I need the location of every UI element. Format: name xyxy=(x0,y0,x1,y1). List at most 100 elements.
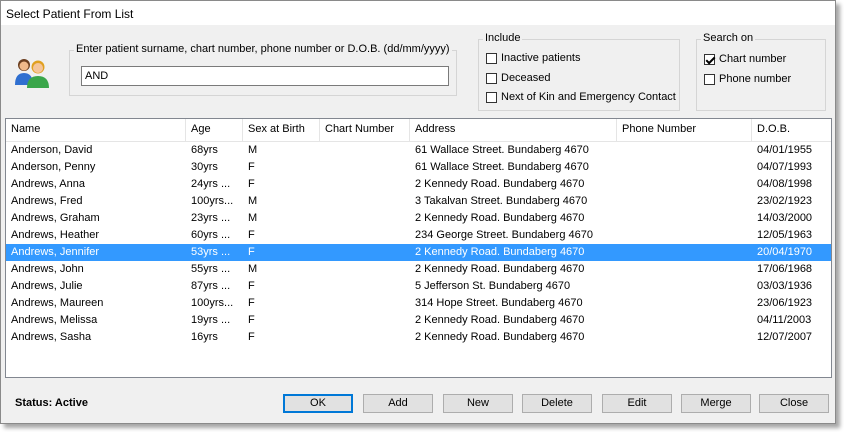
search-on-label: Search on xyxy=(701,32,756,44)
merge-button[interactable]: Merge xyxy=(681,394,751,413)
table-row[interactable]: Andrews, Melissa 19yrs ... F 2 Kennedy Road… xyxy=(6,312,831,329)
cell-dob: 03/03/1936 xyxy=(757,280,813,292)
table-row[interactable]: Andrews, Fred 100yrs... M 3 Takalvan Street… xyxy=(6,193,831,210)
cell-age: 100yrs... xyxy=(191,297,234,309)
cell-dob: 17/06/1968 xyxy=(757,263,813,275)
cell-sex: F xyxy=(248,297,255,309)
table-row[interactable]: Andrews, Sasha 16yrs F 2 Kennedy Road. Bund… xyxy=(6,329,831,346)
cell-age: 16yrs xyxy=(191,331,218,343)
patient-list[interactable]: Name Age Sex at Birth Chart Number Addre… xyxy=(5,118,832,378)
table-row[interactable]: Andrews, Julie 87yrs ... F 5 Jefferson St. … xyxy=(6,278,831,295)
cell-chart xyxy=(320,142,410,159)
cell-dob: 04/01/1955 xyxy=(757,144,813,156)
cell-sex: F xyxy=(248,280,255,292)
cell-address: 2 Kennedy Road. Bundaberg 4670 xyxy=(415,263,585,275)
cell-age: 68yrs xyxy=(191,144,218,156)
cell-dob: 12/05/1963 xyxy=(757,229,813,241)
cell-phone xyxy=(617,295,752,312)
cell-name: Andrews, Melissa xyxy=(11,314,98,326)
phone-number-checkbox[interactable]: Phone number xyxy=(704,73,791,85)
cell-chart xyxy=(320,329,410,346)
column-header-sex[interactable]: Sex at Birth xyxy=(243,119,320,141)
delete-button[interactable]: Delete xyxy=(522,394,592,413)
search-label: Enter patient surname, chart number, pho… xyxy=(74,43,452,55)
cell-phone xyxy=(617,159,752,176)
edit-button[interactable]: Edit xyxy=(602,394,672,413)
cell-age: 60yrs ... xyxy=(191,229,231,241)
cell-address: 2 Kennedy Road. Bundaberg 4670 xyxy=(415,246,585,258)
add-button[interactable]: Add xyxy=(363,394,433,413)
chart-number-checkbox-box[interactable] xyxy=(704,53,715,65)
inactive-patients-checkbox[interactable]: Inactive patients xyxy=(486,52,581,64)
window-title: Select Patient From List xyxy=(6,7,134,21)
cell-name: Andrews, John xyxy=(11,263,84,275)
table-row[interactable]: Andrews, Graham 23yrs ... M 2 Kennedy Road.… xyxy=(6,210,831,227)
table-row[interactable]: Andrews, Heather 60yrs ... F 234 George Str… xyxy=(6,227,831,244)
deceased-checkbox[interactable]: Deceased xyxy=(486,72,551,84)
chart-number-checkbox[interactable]: Chart number xyxy=(704,53,786,65)
ok-button[interactable]: OK xyxy=(283,394,353,413)
cell-phone xyxy=(617,210,752,227)
column-header-phone[interactable]: Phone Number xyxy=(617,119,752,141)
cell-name: Andrews, Maureen xyxy=(11,297,104,309)
cell-name: Andrews, Jennifer xyxy=(11,246,100,258)
close-button[interactable]: Close xyxy=(759,394,829,413)
cell-sex: F xyxy=(248,314,255,326)
cell-chart xyxy=(320,210,410,227)
search-input[interactable] xyxy=(81,66,449,86)
cell-sex: F xyxy=(248,229,255,241)
cell-sex: M xyxy=(248,212,258,224)
table-row[interactable]: Andrews, Maureen 100yrs... F 314 Hope Stree… xyxy=(6,295,831,312)
cell-age: 30yrs xyxy=(191,161,218,173)
cell-name: Andrews, Julie xyxy=(11,280,83,292)
chart-number-label: Chart number xyxy=(719,53,787,65)
cell-address: 61 Wallace Street. Bundaberg 4670 xyxy=(415,144,589,156)
cell-sex: F xyxy=(248,246,255,258)
column-header-name[interactable]: Name xyxy=(6,119,186,141)
inactive-patients-checkbox-box[interactable] xyxy=(486,52,497,64)
cell-phone xyxy=(617,193,752,210)
table-row[interactable]: Anderson, David 68yrs M 61 Wallace Street. … xyxy=(6,142,831,159)
cell-sex: M xyxy=(248,195,258,207)
table-row[interactable]: Andrews, Jennifer 53yrs ... F 2 Kennedy Roa… xyxy=(6,244,831,261)
phone-number-checkbox-box[interactable] xyxy=(704,73,715,85)
deceased-checkbox-box[interactable] xyxy=(486,72,497,84)
table-row[interactable]: Andrews, Anna 24yrs ... F 2 Kennedy Road. B… xyxy=(6,176,831,193)
column-header-address[interactable]: Address xyxy=(410,119,617,141)
cell-phone xyxy=(617,261,752,278)
next-of-kin-checkbox[interactable]: Next of Kin and Emergency Contact xyxy=(486,91,676,103)
cell-phone xyxy=(617,176,752,193)
column-header-age[interactable]: Age xyxy=(186,119,243,141)
cell-chart xyxy=(320,295,410,312)
cell-name: Andrews, Anna xyxy=(11,178,85,190)
cell-address: 2 Kennedy Road. Bundaberg 4670 xyxy=(415,178,585,190)
cell-age: 100yrs... xyxy=(191,195,234,207)
cell-address: 3 Takalvan Street. Bundaberg 4670 xyxy=(415,195,588,207)
cell-dob: 23/06/1923 xyxy=(757,297,813,309)
column-header-dob[interactable]: D.O.B. xyxy=(752,119,831,141)
next-of-kin-checkbox-box[interactable] xyxy=(486,91,497,103)
cell-dob: 23/02/1923 xyxy=(757,195,813,207)
cell-name: Andrews, Graham xyxy=(11,212,100,224)
cell-address: 61 Wallace Street. Bundaberg 4670 xyxy=(415,161,589,173)
cell-age: 53yrs ... xyxy=(191,246,231,258)
cell-phone xyxy=(617,278,752,295)
cell-dob: 14/03/2000 xyxy=(757,212,813,224)
patient-list-header: Name Age Sex at Birth Chart Number Addre… xyxy=(6,119,831,142)
cell-phone xyxy=(617,142,752,159)
cell-chart xyxy=(320,244,410,261)
new-button[interactable]: New xyxy=(443,394,513,413)
table-row[interactable]: Anderson, Penny 30yrs F 61 Wallace Street. … xyxy=(6,159,831,176)
cell-chart xyxy=(320,176,410,193)
cell-age: 55yrs ... xyxy=(191,263,231,275)
cell-age: 24yrs ... xyxy=(191,178,231,190)
deceased-label: Deceased xyxy=(501,72,551,84)
cell-dob: 04/08/1998 xyxy=(757,178,813,190)
cell-phone xyxy=(617,244,752,261)
title-bar: Select Patient From List xyxy=(1,1,835,25)
column-header-chart-number[interactable]: Chart Number xyxy=(320,119,410,141)
cell-age: 23yrs ... xyxy=(191,212,231,224)
inactive-patients-label: Inactive patients xyxy=(501,52,581,64)
cell-address: 5 Jefferson St. Bundaberg 4670 xyxy=(415,280,571,292)
table-row[interactable]: Andrews, John 55yrs ... M 2 Kennedy Road. B… xyxy=(6,261,831,278)
